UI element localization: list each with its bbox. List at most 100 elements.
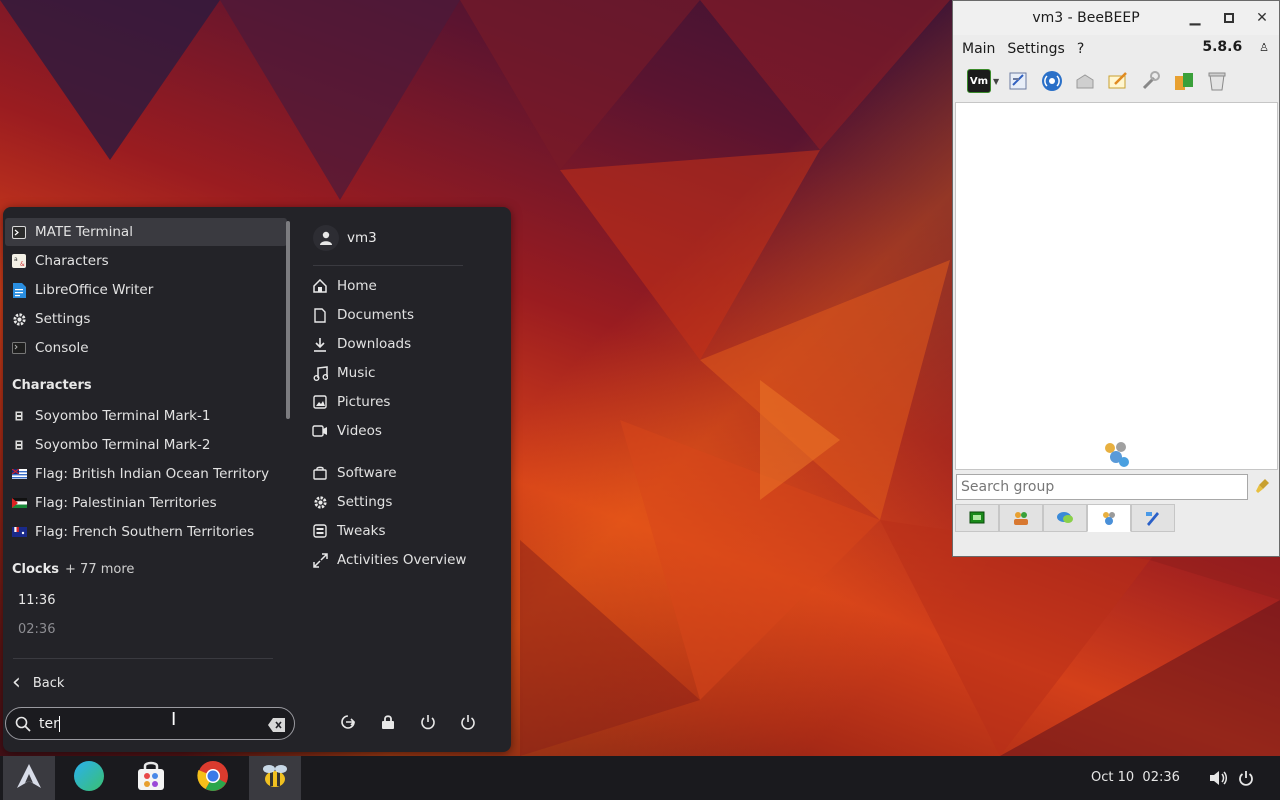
tab-groups-icon[interactable] [1087,504,1131,532]
clock-local[interactable]: 11:36 [18,593,55,608]
taskbar-software-store[interactable] [125,756,177,800]
console-icon [11,340,27,356]
character-flag-palestine[interactable]: Flag: Palestinian Territories [5,489,287,517]
result-libreoffice-writer[interactable]: LibreOffice Writer [5,276,287,304]
place-music[interactable]: Music [311,362,375,384]
group-list[interactable] [955,102,1278,470]
gear-icon [11,311,27,327]
app-label: Software [337,465,397,481]
share-icon[interactable] [1073,69,1097,93]
search-input[interactable]: ter [5,707,295,740]
text-caret [58,715,60,732]
taskbar-beebeep[interactable] [249,756,301,800]
session-buttons [339,713,477,731]
arch-logo-icon [15,762,43,794]
app-menu: MATE Terminal a & Characters LibreOffice … [3,207,511,752]
clocks-more-count[interactable]: + 77 more [65,562,134,577]
broadcast-icon[interactable] [1040,69,1064,93]
minimize-icon[interactable]: ▁ [1185,8,1205,28]
menu-settings[interactable]: Settings [1007,41,1064,57]
download-icon [311,336,329,352]
tools-icon[interactable] [1139,69,1163,93]
taskbar-chrome[interactable] [187,756,239,800]
character-soyombo-1[interactable]: Soyombo Terminal Mark-1 [5,402,287,430]
result-characters[interactable]: a & Characters [5,247,287,275]
app-tweaks[interactable]: Tweaks [311,520,385,542]
place-documents[interactable]: Documents [311,304,414,326]
version-label: 5.8.6 ♙ [1193,39,1272,55]
svg-text:&: & [20,261,25,268]
result-settings[interactable]: Settings [5,305,287,333]
view-tabs [955,504,1175,532]
lock-icon[interactable] [379,713,397,731]
taskbar-browser[interactable] [63,756,115,800]
soyombo-glyph-icon [11,408,27,424]
search-value: ter [39,715,59,732]
menu-help[interactable]: ? [1077,41,1084,57]
note-edit-icon[interactable] [1106,69,1130,93]
volume-icon[interactable] [1208,768,1228,788]
vm-status-icon[interactable]: Vm [967,69,991,93]
expand-icon [311,552,329,568]
logout-icon[interactable] [339,713,357,731]
close-icon[interactable]: ✕ [1252,8,1272,28]
place-videos[interactable]: Videos [311,420,382,442]
character-label: Soyombo Terminal Mark-1 [35,408,211,424]
software-bag-icon [311,465,329,481]
app-activities-overview[interactable]: Activities Overview [311,549,466,571]
power-off-icon[interactable] [459,713,477,731]
clock-secondary[interactable]: 02:36 [18,622,55,637]
soyombo-glyph-icon [11,437,27,453]
window-titlebar[interactable]: vm3 - BeeBEEP ▁ ✕ [953,1,1279,35]
writer-icon [11,282,27,298]
users-transfer-icon[interactable] [1172,69,1196,93]
result-label: Console [35,340,89,356]
back-label: Back [32,675,65,691]
power-icon[interactable] [1236,768,1256,788]
version-number: 5.8.6 [1202,39,1243,55]
home-icon [311,278,329,294]
clock-time: 02:36 [1142,770,1180,785]
chevron-down-icon[interactable]: ▼ [993,77,999,86]
result-mate-terminal[interactable]: MATE Terminal [5,218,287,246]
maximize-icon[interactable] [1219,8,1239,28]
window-title: vm3 - BeeBEEP [1032,10,1140,26]
group-users-icon [1101,439,1131,473]
user-button[interactable]: vm3 [313,225,377,251]
restart-icon[interactable] [419,713,437,731]
menu-main[interactable]: Main [962,41,995,57]
tweaks-icon [311,523,329,539]
characters-icon: a & [11,253,27,269]
character-soyombo-2[interactable]: Soyombo Terminal Mark-2 [5,431,287,459]
app-menu-button[interactable] [3,756,55,800]
taskbar-clock[interactable]: Oct 10 02:36 [1091,770,1180,785]
search-group-input[interactable]: Search group [956,474,1248,500]
character-flag-french-southern[interactable]: Flag: French Southern Territories [5,518,287,546]
result-label: LibreOffice Writer [35,282,154,298]
trash-icon[interactable] [1205,69,1229,93]
place-downloads[interactable]: Downloads [311,333,411,355]
taskbar: Oct 10 02:36 [0,756,1280,800]
toolbar: Vm ▼ [953,63,1279,99]
place-home[interactable]: Home [311,275,377,297]
tab-chat-icon[interactable] [1043,504,1087,532]
tab-users-icon[interactable] [999,504,1043,532]
character-flag-biot[interactable]: Flag: British Indian Ocean Territory [5,460,287,488]
svg-text:a: a [14,256,18,263]
place-label: Music [337,365,376,381]
tab-computer-icon[interactable] [955,504,999,532]
place-pictures[interactable]: Pictures [311,391,390,413]
result-console[interactable]: Console [5,334,287,362]
clear-search-icon[interactable] [268,717,286,732]
document-icon [311,307,329,323]
flag-french-southern-icon [11,524,27,540]
globe-icon [73,760,105,796]
back-button[interactable]: ‹ Back [12,672,64,694]
results-scrollbar[interactable] [286,221,290,419]
edit-profile-icon[interactable] [1007,69,1031,93]
app-settings[interactable]: Settings [311,491,392,513]
tab-plugins-icon[interactable] [1131,504,1175,532]
app-software[interactable]: Software [311,462,397,484]
chrome-icon [197,760,229,796]
clear-brush-icon[interactable] [1255,478,1271,498]
